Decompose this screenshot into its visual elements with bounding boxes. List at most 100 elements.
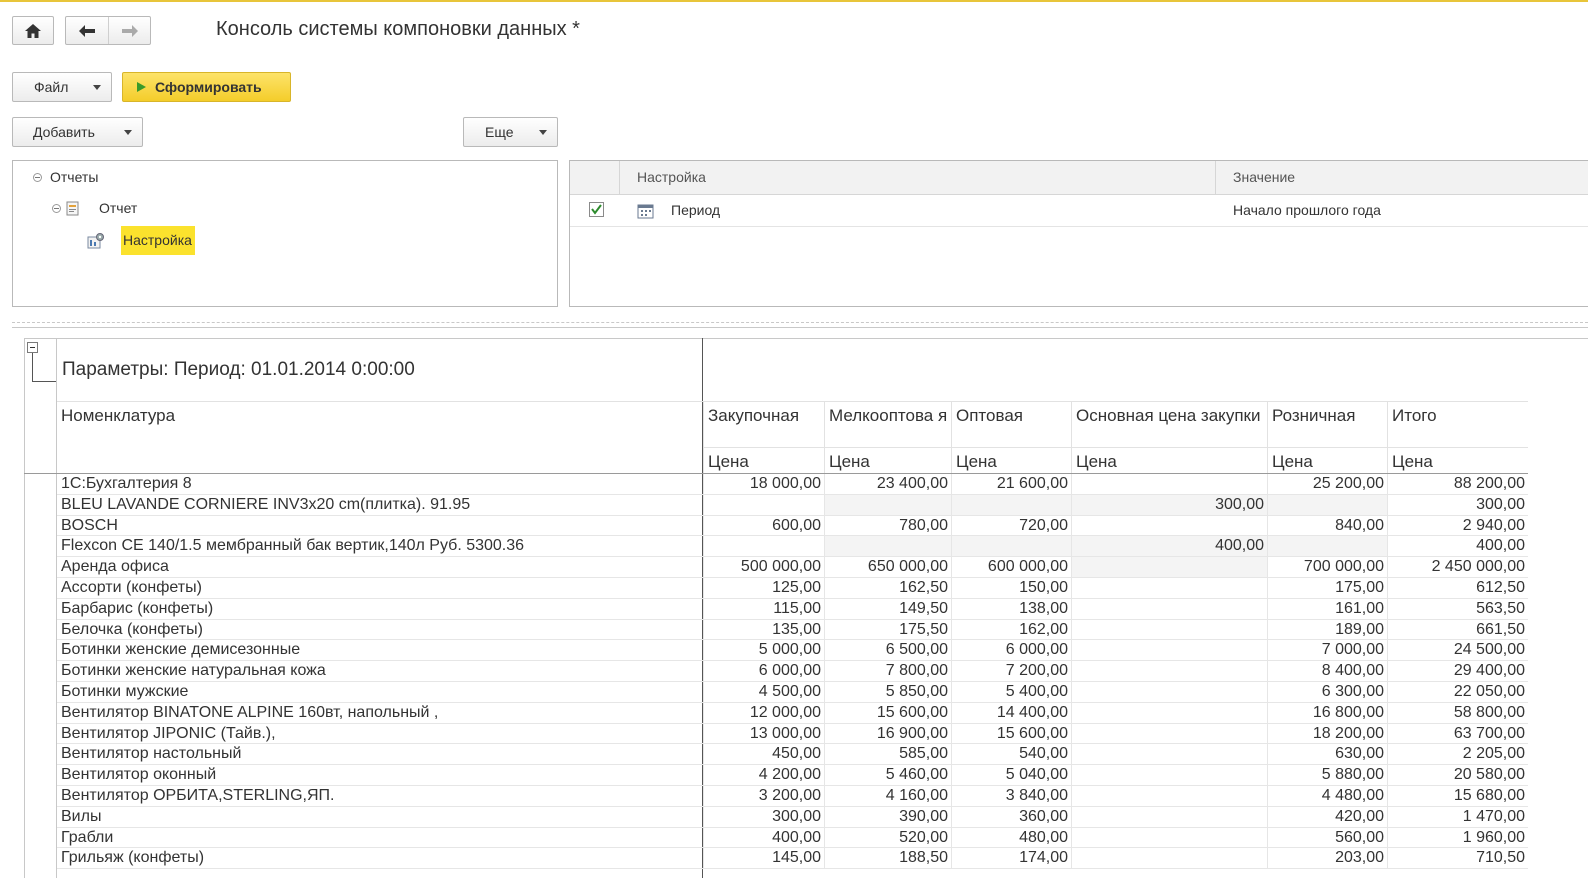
item-name-cell[interactable]: Грабли <box>57 828 703 849</box>
table-row[interactable]: Вентилятор оконный 4 200,00 5 460,00 5 040,… <box>12 765 1532 786</box>
price-cell[interactable]: 175,50 <box>824 619 951 641</box>
table-row[interactable]: Аренда офиса 500 000,00 650 000,00 600 000,… <box>12 557 1532 578</box>
price-cell[interactable]: 780,00 <box>824 515 951 537</box>
price-cell[interactable]: 560,00 <box>1267 827 1387 849</box>
price-cell[interactable]: 1 960,00 <box>1387 827 1528 849</box>
table-row[interactable]: Ботинки мужские 4 500,00 5 850,00 5 400,00 6… <box>12 682 1532 703</box>
price-cell[interactable] <box>1071 578 1267 599</box>
price-cell[interactable]: 25 200,00 <box>1267 474 1387 495</box>
price-cell[interactable]: 420,00 <box>1267 806 1387 828</box>
price-cell[interactable]: 15 600,00 <box>824 702 951 724</box>
file-menu-button[interactable]: Файл <box>12 72 112 102</box>
price-cell[interactable]: 6 000,00 <box>951 640 1071 662</box>
table-row[interactable]: Вилы 300,00 390,00 360,00 420,00 1 470,00 <box>12 806 1532 828</box>
price-cell[interactable]: 6 300,00 <box>1267 682 1387 703</box>
item-name-cell[interactable]: Ботинки мужские <box>57 682 703 703</box>
price-cell[interactable]: 203,00 <box>1267 848 1387 870</box>
price-cell[interactable]: 5 850,00 <box>824 682 951 703</box>
collapse-group-button[interactable] <box>27 342 38 353</box>
price-cell[interactable]: 2 940,00 <box>1387 515 1528 537</box>
price-cell[interactable] <box>824 494 951 516</box>
price-cell[interactable]: 585,00 <box>824 744 951 766</box>
price-cell[interactable] <box>951 536 1071 558</box>
generate-button[interactable]: Сформировать <box>122 72 291 102</box>
price-cell[interactable]: 500 000,00 <box>703 557 824 578</box>
price-cell[interactable]: 650 000,00 <box>824 557 951 578</box>
price-cell[interactable] <box>1071 702 1267 724</box>
item-name-cell[interactable]: BLEU LAVANDE CORNIERE INV3x20 cm(плитка)… <box>57 495 703 516</box>
price-cell[interactable] <box>1071 806 1267 828</box>
tree-item-report[interactable]: Отчет <box>52 199 137 217</box>
item-name-cell[interactable]: Аренда офиса <box>57 557 703 578</box>
price-cell[interactable] <box>1071 848 1267 870</box>
column-header-setting[interactable]: Настройка <box>637 169 706 185</box>
price-cell[interactable]: 135,00 <box>703 619 824 641</box>
price-cell[interactable]: 15 680,00 <box>1387 786 1528 807</box>
price-cell[interactable]: 840,00 <box>1267 515 1387 537</box>
price-cell[interactable]: 162,50 <box>824 578 951 599</box>
price-cell[interactable]: 174,00 <box>951 848 1071 870</box>
column-header-value[interactable]: Значение <box>1233 169 1295 185</box>
price-cell[interactable] <box>951 494 1071 516</box>
price-cell[interactable]: 18 200,00 <box>1267 723 1387 745</box>
price-cell[interactable]: 4 160,00 <box>824 786 951 807</box>
price-cell[interactable]: 600,00 <box>703 515 824 537</box>
collapse-icon[interactable] <box>52 203 61 213</box>
item-name-cell[interactable]: 1С:Бухгалтерия 8 <box>57 474 703 495</box>
use-checkbox[interactable] <box>589 202 604 217</box>
price-cell[interactable]: 149,50 <box>824 598 951 620</box>
price-cell[interactable]: 600 000,00 <box>951 557 1071 578</box>
price-cell[interactable]: 5 400,00 <box>951 682 1071 703</box>
price-cell[interactable]: 125,00 <box>703 578 824 599</box>
price-cell[interactable] <box>1071 723 1267 745</box>
price-cell[interactable]: 5 460,00 <box>824 765 951 786</box>
back-button[interactable] <box>66 17 110 44</box>
price-cell[interactable] <box>1267 494 1387 516</box>
price-cell[interactable]: 115,00 <box>703 598 824 620</box>
item-name-cell[interactable]: Ботинки женские демисезонные <box>57 640 703 662</box>
price-cell[interactable]: 710,50 <box>1387 848 1528 870</box>
table-row[interactable]: Грабли 400,00 520,00 480,00 560,00 1 960,00 <box>12 827 1532 849</box>
item-name-cell[interactable]: Вентилятор настольный <box>57 744 703 766</box>
add-menu-button[interactable]: Добавить <box>12 117 143 147</box>
price-cell[interactable]: 20 580,00 <box>1387 765 1528 786</box>
price-cell[interactable]: 6 500,00 <box>824 640 951 662</box>
price-cell[interactable]: 540,00 <box>951 744 1071 766</box>
price-cell[interactable]: 400,00 <box>703 827 824 849</box>
price-cell[interactable]: 6 000,00 <box>703 661 824 682</box>
item-name-cell[interactable]: Белочка (конфеты) <box>57 620 703 641</box>
price-cell[interactable]: 14 400,00 <box>951 702 1071 724</box>
price-cell[interactable]: 360,00 <box>951 806 1071 828</box>
item-name-cell[interactable]: Вентилятор ОРБИТА,STERLING,ЯП. <box>57 786 703 807</box>
price-cell[interactable]: 138,00 <box>951 598 1071 620</box>
table-row[interactable]: Ботинки женские демисезонные 5 000,00 6 50… <box>12 640 1532 662</box>
price-cell[interactable]: 175,00 <box>1267 578 1387 599</box>
price-cell[interactable]: 88 200,00 <box>1387 474 1528 495</box>
table-row[interactable]: 1С:Бухгалтерия 8 18 000,00 23 400,00 21 600… <box>12 474 1532 495</box>
price-cell[interactable] <box>1071 619 1267 641</box>
price-cell[interactable]: 390,00 <box>824 806 951 828</box>
price-cell[interactable]: 2 205,00 <box>1387 744 1528 766</box>
price-cell[interactable]: 4 500,00 <box>703 682 824 703</box>
price-cell[interactable]: 300,00 <box>1071 494 1267 516</box>
price-cell[interactable]: 161,00 <box>1267 598 1387 620</box>
price-cell[interactable]: 400,00 <box>1071 536 1267 558</box>
price-cell[interactable] <box>1071 744 1267 766</box>
item-name-cell[interactable]: Ассорти (конфеты) <box>57 578 703 599</box>
table-row[interactable]: Вентилятор BINATONE ALPINE 160вт, наполь… <box>12 702 1532 724</box>
table-row[interactable]: Ботинки женские натуральная кожа 6 000,00… <box>12 661 1532 682</box>
splitter[interactable] <box>12 322 1588 323</box>
price-cell[interactable]: 450,00 <box>703 744 824 766</box>
price-cell[interactable]: 5 000,00 <box>703 640 824 662</box>
price-cell[interactable]: 7 800,00 <box>824 661 951 682</box>
price-cell[interactable]: 3 840,00 <box>951 786 1071 807</box>
price-cell[interactable]: 15 600,00 <box>951 723 1071 745</box>
table-row[interactable]: Белочка (конфеты) 135,00 175,50 162,00 189,0… <box>12 619 1532 641</box>
price-cell[interactable]: 16 900,00 <box>824 723 951 745</box>
price-cell[interactable]: 63 700,00 <box>1387 723 1528 745</box>
price-cell[interactable]: 630,00 <box>1267 744 1387 766</box>
tree-item-setting[interactable]: Настройка <box>87 225 195 256</box>
price-cell[interactable]: 563,50 <box>1387 598 1528 620</box>
price-cell[interactable]: 21 600,00 <box>951 474 1071 495</box>
table-row[interactable]: Flexcon CE 140/1.5 мембранный бак вертик… <box>12 536 1532 558</box>
